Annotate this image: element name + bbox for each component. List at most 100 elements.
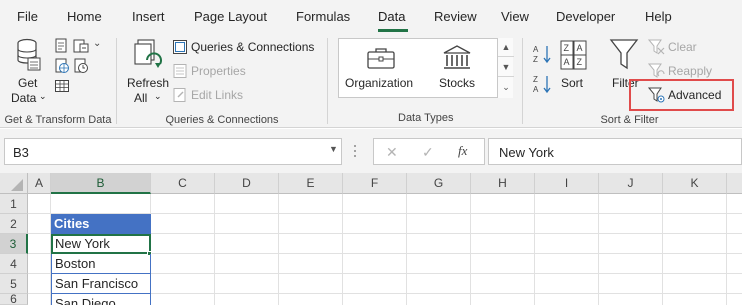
sort-a-to-z-button[interactable]: A Z xyxy=(533,44,553,64)
insert-function-icon[interactable]: fx xyxy=(458,143,467,159)
chevron-down-icon[interactable]: ▼ xyxy=(329,144,338,154)
tab-insert[interactable]: Insert xyxy=(132,9,165,24)
formula-bar-resize-handle[interactable] xyxy=(353,142,357,160)
svg-text:A: A xyxy=(577,43,583,53)
ribbon-tab-bar: File Home Insert Page Layout Formulas Da… xyxy=(0,0,742,32)
selected-cell-b3[interactable]: New York xyxy=(51,234,151,254)
column-header-g[interactable]: G xyxy=(407,173,471,194)
chevron-down-icon: ⌄ xyxy=(39,91,47,101)
enter-icon[interactable]: ✓ xyxy=(422,144,434,161)
queries-connections-label: Queries & Connections xyxy=(191,40,315,54)
tab-view[interactable]: View xyxy=(501,9,529,24)
from-text-csv-icon[interactable] xyxy=(54,38,70,54)
refresh-all-label-2: All xyxy=(134,91,148,105)
sort-button[interactable]: Z A A Z Sort xyxy=(558,36,590,106)
row-header-4[interactable]: 4 xyxy=(0,254,28,274)
clear-button[interactable]: Clear xyxy=(648,38,708,56)
queries-connections-button[interactable]: Queries & Connections xyxy=(172,38,322,56)
edit-links-button[interactable]: Edit Links xyxy=(172,86,272,104)
row-header-3[interactable]: 3 xyxy=(0,234,28,254)
from-table-range-icon[interactable] xyxy=(54,78,70,94)
gallery-expand-icon[interactable]: ⌄ xyxy=(498,78,514,97)
tab-review[interactable]: Review xyxy=(434,9,477,24)
row-header-6[interactable]: 6 xyxy=(0,294,28,305)
column-header-f[interactable]: F xyxy=(343,173,407,194)
formula-buttons: ✕ ✓ fx xyxy=(373,138,485,165)
stocks-data-type-button[interactable]: Stocks xyxy=(432,42,492,94)
group-label-get-transform: Get & Transform Data xyxy=(4,114,112,126)
column-header-next[interactable] xyxy=(727,173,742,194)
group-label-data-types: Data Types xyxy=(398,112,454,124)
svg-text:Z: Z xyxy=(564,43,570,53)
refresh-all-label-1: Refresh xyxy=(127,76,170,90)
get-data-button[interactable]: Get Data ⌄ xyxy=(6,36,52,106)
row-header-1[interactable]: 1 xyxy=(0,194,28,214)
tab-developer[interactable]: Developer xyxy=(556,9,615,24)
formula-value: New York xyxy=(499,145,554,160)
svg-text:Z: Z xyxy=(577,57,583,67)
gridline xyxy=(342,194,343,305)
column-header-e[interactable]: E xyxy=(279,173,343,194)
tab-data[interactable]: Data xyxy=(378,9,405,24)
svg-text:A: A xyxy=(533,85,539,94)
tab-home[interactable]: Home xyxy=(67,9,102,24)
gridline xyxy=(534,194,535,305)
table-cell-b6[interactable]: San Diego xyxy=(51,294,151,305)
formula-input[interactable]: New York xyxy=(488,138,742,165)
svg-text:Z: Z xyxy=(533,75,538,84)
reapply-label: Reapply xyxy=(668,64,713,78)
reapply-button[interactable]: Reapply xyxy=(648,62,718,80)
sort-z-to-a-button[interactable]: Z A xyxy=(533,74,553,94)
table-cell-b4[interactable]: Boston xyxy=(51,254,151,274)
column-header-j[interactable]: J xyxy=(599,173,663,194)
tab-formulas[interactable]: Formulas xyxy=(296,9,350,24)
tab-help[interactable]: Help xyxy=(645,9,672,24)
from-web-icon[interactable] xyxy=(54,58,70,74)
existing-connections-icon[interactable] xyxy=(73,58,89,74)
sort-ascending-icon: A Z xyxy=(533,45,551,64)
cancel-icon[interactable]: ✕ xyxy=(386,144,398,161)
svg-text:A: A xyxy=(533,45,539,54)
get-data-label-2: Data xyxy=(11,91,37,105)
name-box[interactable]: B3 ▼ xyxy=(4,138,342,165)
group-divider xyxy=(327,38,328,124)
clear-filter-icon xyxy=(648,39,665,55)
clear-label: Clear xyxy=(668,40,697,54)
select-all-button[interactable] xyxy=(0,173,28,194)
properties-button[interactable]: Properties xyxy=(172,62,272,80)
table-header-cities[interactable]: Cities xyxy=(51,214,151,234)
column-header-a[interactable]: A xyxy=(28,173,51,194)
row-header-5[interactable]: 5 xyxy=(0,274,28,294)
properties-label: Properties xyxy=(191,64,246,78)
column-header-k[interactable]: K xyxy=(663,173,727,194)
group-label-sort-filter: Sort & Filter xyxy=(600,114,659,126)
chevron-down-icon: ⌄ xyxy=(93,38,102,49)
column-header-d[interactable]: D xyxy=(215,173,279,194)
column-header-c[interactable]: C xyxy=(151,173,215,194)
group-label-queries: Queries & Connections xyxy=(165,114,279,126)
row-header-2[interactable]: 2 xyxy=(0,214,28,234)
column-header-b[interactable]: B xyxy=(51,173,151,194)
column-header-i[interactable]: I xyxy=(535,173,599,194)
dots-icon xyxy=(354,145,356,157)
recent-sources-icon[interactable] xyxy=(73,38,89,54)
gallery-scroll-up-icon[interactable]: ▲ xyxy=(498,38,514,57)
column-header-h[interactable]: H xyxy=(471,173,535,194)
bank-building-icon xyxy=(443,45,471,69)
gridline xyxy=(278,194,279,305)
organization-data-type-button[interactable]: Organization xyxy=(342,42,422,94)
tab-page-layout[interactable]: Page Layout xyxy=(194,9,267,24)
sort-label: Sort xyxy=(561,76,584,90)
sort-descending-icon: Z A xyxy=(533,75,551,94)
table-cell-b5[interactable]: San Francisco xyxy=(51,274,151,294)
chevron-down-icon: ⌄ xyxy=(154,91,162,101)
refresh-all-button[interactable]: Refresh All ⌄ xyxy=(122,36,170,106)
get-data-label-1: Get xyxy=(18,76,38,90)
stocks-label: Stocks xyxy=(439,76,476,90)
gallery-scroll-down-icon[interactable]: ▼ xyxy=(498,58,514,77)
sort-dialog-icon: Z A A Z xyxy=(560,40,587,70)
edit-links-icon xyxy=(173,88,186,102)
tab-file[interactable]: File xyxy=(17,9,38,24)
filter-funnel-icon xyxy=(609,39,639,70)
svg-text:A: A xyxy=(564,57,570,67)
